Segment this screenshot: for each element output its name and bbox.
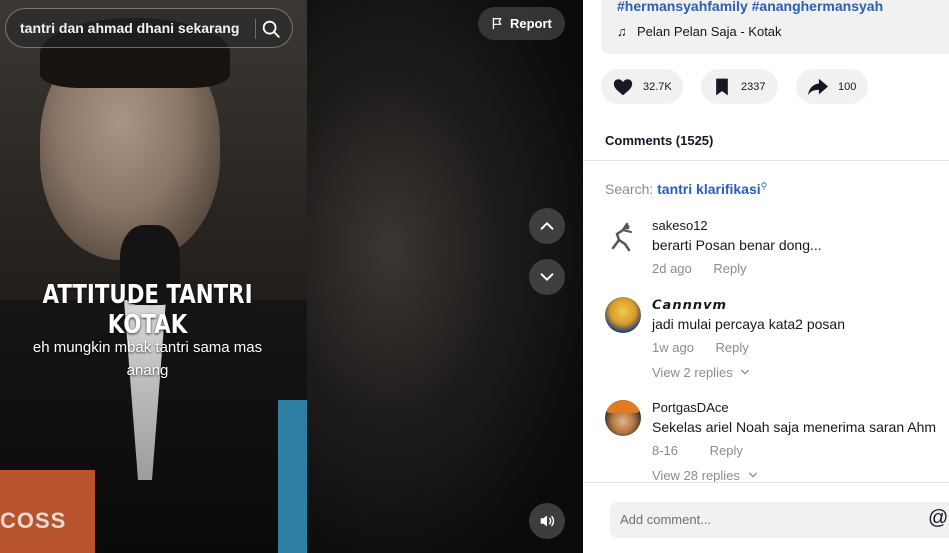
flag-icon [492, 17, 502, 30]
heart-icon [613, 78, 633, 95]
music-title: Pelan Pelan Saja - Kotak [637, 24, 782, 39]
video-frame[interactable]: COSS ATTITUDE TANTRI KOTAK eh mungkin mb… [0, 0, 307, 553]
chevron-down-icon [741, 369, 750, 375]
next-video-button[interactable] [529, 259, 565, 295]
hashtag-links[interactable]: #hermansyahfamily #ananghermansyah [617, 0, 883, 14]
comment-date: 2d ago [652, 261, 692, 276]
video-panel[interactable]: COSS ATTITUDE TANTRI KOTAK eh mungkin mb… [0, 0, 583, 553]
comment-input-bar: Add comment... @ [583, 482, 949, 553]
climber-avatar-image [611, 222, 632, 252]
like-count: 32.7K [643, 80, 672, 93]
report-label: Report [510, 16, 552, 31]
chevron-up-icon [540, 222, 554, 230]
share-icon [807, 78, 829, 95]
description-card: #hermansyahfamily #ananghermansyah ♫ Pel… [601, 0, 949, 54]
comment-username[interactable]: PortgasDAce [652, 400, 729, 415]
avatar[interactable] [605, 400, 641, 436]
view-replies-label: View 28 replies [652, 468, 740, 483]
view-replies-button[interactable]: View 2 replies [652, 365, 750, 380]
video-banner-left: COSS [0, 470, 95, 553]
small-search-icon: ⚲ [760, 181, 768, 191]
share-count: 100 [838, 80, 857, 93]
view-replies-button[interactable]: View 28 replies [652, 468, 758, 483]
search-bar[interactable]: tantri dan ahmad dhani sekarang [5, 8, 293, 48]
music-link[interactable]: ♫ Pelan Pelan Saja - Kotak [617, 24, 782, 39]
previous-video-button[interactable] [529, 208, 565, 244]
chevron-down-icon [540, 273, 554, 281]
reply-button[interactable]: Reply [716, 340, 749, 355]
view-replies-label: View 2 replies [652, 365, 733, 380]
like-button[interactable]: 32.7K [601, 69, 683, 104]
save-button[interactable]: 2337 [701, 69, 778, 104]
volume-icon [540, 515, 555, 527]
comment-text: berarti Posan benar dong... [652, 237, 822, 253]
avatar[interactable] [605, 297, 641, 333]
search-icon[interactable] [260, 18, 282, 40]
comment-username[interactable]: sakeso12 [652, 218, 708, 233]
share-button[interactable]: 100 [796, 69, 868, 104]
save-count: 2337 [741, 80, 766, 93]
bookmark-icon [716, 78, 728, 95]
at-icon[interactable]: @ [928, 507, 948, 530]
comment-date: 1w ago [652, 340, 694, 355]
hat-shape [607, 400, 639, 413]
comment-meta: 1w ago Reply [652, 340, 749, 355]
search-divider [255, 19, 256, 39]
music-note-icon: ♫ [617, 24, 627, 39]
add-comment-placeholder: Add comment... [620, 512, 712, 527]
video-banner-right [278, 400, 307, 553]
video-overlay-title: ATTITUDE TANTRI KOTAK [42, 280, 253, 340]
volume-button[interactable] [529, 503, 565, 539]
comments-divider [583, 160, 949, 161]
comment-username[interactable]: 𝘾𝙖𝙣𝙣𝙣𝙫𝙢 [652, 297, 727, 313]
chevron-down-icon [748, 472, 757, 478]
comment-text: jadi mulai percaya kata2 posan [652, 316, 846, 332]
avatar[interactable] [605, 218, 641, 254]
comments-side-panel: #hermansyahfamily #ananghermansyah ♫ Pel… [583, 0, 949, 553]
video-banner-text: COSS [0, 508, 67, 533]
add-comment-input[interactable]: Add comment... @ [610, 502, 949, 538]
comment-text: Sekelas ariel Noah saja menerima saran A… [652, 419, 937, 435]
reply-button[interactable]: Reply [710, 443, 743, 458]
video-overlay-subtitle: eh mungkin mbak tantri sama mas anang [32, 339, 263, 379]
search-suggestion: Search: tantri klarifikasi⚲ [605, 181, 767, 197]
search-input[interactable]: tantri dan ahmad dhani sekarang [20, 20, 250, 36]
reply-button[interactable]: Reply [713, 261, 746, 276]
comment-meta: 2d ago Reply [652, 261, 747, 276]
tiktok-video-page: COSS ATTITUDE TANTRI KOTAK eh mungkin mb… [0, 0, 949, 553]
comment-meta: 8-16 Reply [652, 443, 743, 458]
comment-date: 8-16 [652, 443, 679, 458]
search-suggestion-prefix: Search: [605, 181, 654, 197]
report-button[interactable]: Report [478, 7, 565, 40]
search-suggestion-link[interactable]: tantri klarifikasi [657, 181, 761, 197]
comments-count-title: Comments (1525) [605, 133, 714, 148]
